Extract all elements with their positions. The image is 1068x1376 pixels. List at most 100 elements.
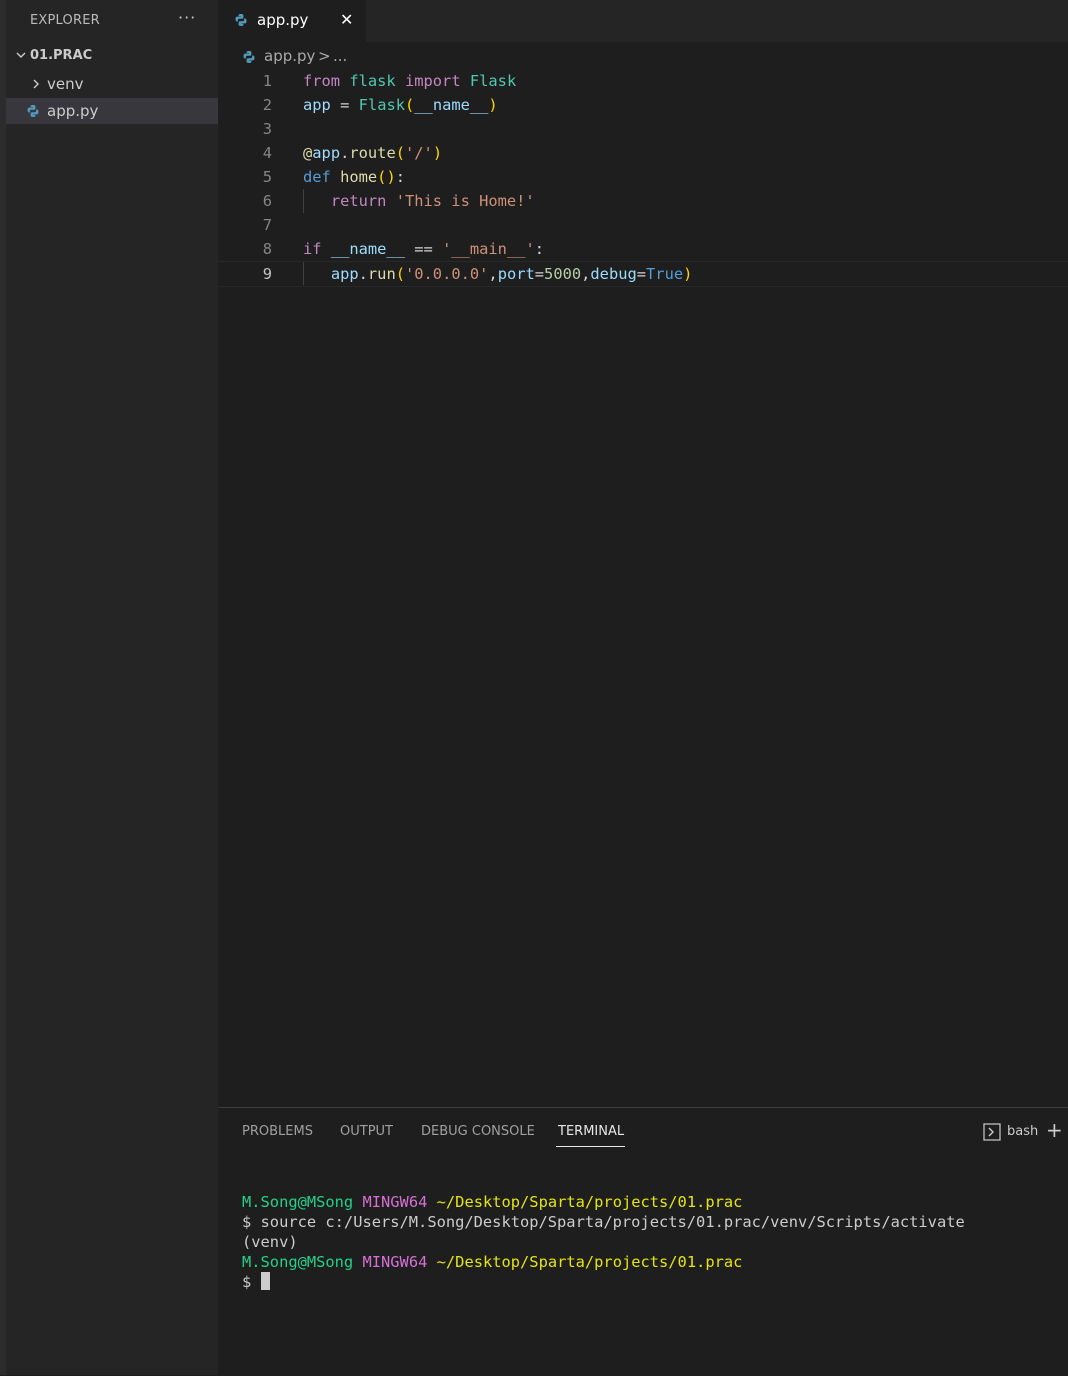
token: :: [395, 168, 405, 186]
line-number: 9: [262, 265, 272, 283]
tab-problems[interactable]: PROBLEMS: [242, 1124, 313, 1139]
line-number: 2: [262, 96, 272, 114]
token: ): [432, 144, 443, 162]
token: return: [330, 192, 387, 210]
tree-item-label: venv: [47, 75, 84, 93]
token: app: [303, 96, 331, 114]
breadcrumb-symbols[interactable]: ...: [333, 47, 347, 65]
token: True: [646, 265, 684, 283]
token: '0.0.0.0': [405, 265, 489, 283]
token: (: [405, 96, 415, 114]
token: 5000: [544, 265, 582, 283]
token: (: [395, 144, 405, 162]
token: :: [534, 240, 545, 258]
token: ,: [581, 265, 591, 283]
tab-label: app.py: [257, 11, 309, 29]
code-line: 4 @app.route('/'): [218, 141, 1068, 165]
terminal-host: MINGW64: [362, 1253, 428, 1271]
token: (: [395, 265, 405, 283]
token: route: [349, 144, 396, 162]
code-line: 6 return 'This is Home!': [218, 189, 1068, 213]
workspace-folder[interactable]: 01.PRAC: [6, 44, 218, 68]
token: .: [340, 144, 350, 162]
add-terminal-icon[interactable]: +: [1046, 1118, 1063, 1142]
token: from: [303, 72, 341, 90]
bottom-panel: PROBLEMS OUTPUT DEBUG CONSOLE TERMINAL b…: [218, 1107, 1068, 1376]
token: import: [404, 72, 461, 90]
token: __name__: [414, 96, 489, 114]
terminal-line: M.Song@MSong MINGW64 ~/Desktop/Sparta/pr…: [242, 1252, 965, 1272]
terminal-venv: (venv): [242, 1233, 298, 1251]
code-line-current: 9 app.run('0.0.0.0',port=5000,debug=True…: [218, 261, 1068, 287]
token: =: [636, 265, 647, 283]
terminal-path: ~/Desktop/Sparta/projects/01.prac: [436, 1193, 743, 1211]
token: .: [358, 265, 368, 283]
tree-item-venv[interactable]: venv: [6, 71, 218, 97]
token: app: [312, 144, 341, 162]
token: ==: [414, 240, 433, 258]
token: port: [497, 265, 535, 283]
line-number: 5: [262, 168, 272, 186]
code-line: 5 def home():: [218, 165, 1068, 189]
token: app: [330, 265, 359, 283]
code-line: 2 app = Flask(__name__): [218, 93, 1068, 117]
terminal-prompt-line: $: [242, 1272, 965, 1292]
tree-item-app-py[interactable]: app.py: [6, 98, 218, 124]
line-number: 1: [262, 72, 272, 90]
terminal-selector[interactable]: bash: [1007, 1124, 1038, 1139]
token: @: [303, 144, 313, 162]
terminal-path: ~/Desktop/Sparta/projects/01.prac: [436, 1253, 743, 1271]
token: home: [340, 168, 378, 186]
tree-item-label: app.py: [47, 102, 99, 120]
chevron-down-icon: [16, 52, 26, 58]
explorer-title: EXPLORER: [30, 13, 100, 28]
terminal-icon: [983, 1123, 1001, 1141]
code-line: 7: [218, 213, 1068, 237]
code-line: 8 if __name__ == '__main__':: [218, 237, 1068, 261]
token: (): [377, 168, 396, 186]
code-line: 3: [218, 117, 1068, 141]
explorer-sidebar: EXPLORER ··· 01.PRAC venv app.py: [6, 0, 218, 1375]
tab-debug-console[interactable]: DEBUG CONSOLE: [421, 1124, 535, 1139]
token: run: [367, 265, 396, 283]
token: '/': [405, 144, 433, 162]
terminal-prompt: $: [242, 1273, 252, 1291]
token: =: [340, 96, 350, 114]
token: Flask: [469, 72, 517, 90]
token: Flask: [358, 96, 405, 114]
code-line: 1 from flask import Flask: [218, 69, 1068, 93]
token: '__main__': [442, 240, 535, 258]
terminal-host: MINGW64: [362, 1193, 428, 1211]
close-icon[interactable]: ✕: [340, 10, 353, 29]
chevron-right-icon: [33, 79, 39, 89]
active-tab-indicator: [556, 1146, 625, 1147]
terminal-user: M.Song@MSong: [242, 1193, 354, 1211]
breadcrumb-file[interactable]: app.py: [264, 47, 315, 65]
token: ): [488, 96, 498, 114]
python-file-icon: [27, 105, 39, 117]
line-number: 3: [262, 120, 272, 138]
token: debug: [590, 265, 637, 283]
token: =: [534, 265, 545, 283]
terminal-command: $ source c:/Users/M.Song/Desktop/Sparta/…: [242, 1213, 965, 1231]
line-number: 8: [262, 240, 272, 258]
tab-output[interactable]: OUTPUT: [340, 1124, 393, 1139]
terminal-cursor: [260, 1272, 270, 1290]
token: if: [303, 240, 322, 258]
python-file-icon: [243, 51, 255, 63]
more-actions-icon[interactable]: ···: [178, 8, 196, 27]
line-number: 6: [262, 192, 272, 210]
terminal-user: M.Song@MSong: [242, 1253, 354, 1271]
python-file-icon: [235, 14, 247, 26]
terminal-line: M.Song@MSong MINGW64 ~/Desktop/Sparta/pr…: [242, 1192, 965, 1212]
breadcrumb: app.py > ...: [218, 45, 1068, 69]
tab-app-py[interactable]: app.py ✕: [218, 0, 366, 42]
terminal-output[interactable]: M.Song@MSong MINGW64 ~/Desktop/Sparta/pr…: [242, 1192, 965, 1292]
workspace-folder-label: 01.PRAC: [30, 48, 93, 63]
token: flask: [349, 72, 396, 90]
line-number: 7: [262, 216, 272, 234]
token: ): [683, 265, 693, 283]
tab-terminal[interactable]: TERMINAL: [558, 1124, 624, 1139]
token: __name__: [330, 240, 405, 258]
line-number: 4: [262, 144, 272, 162]
